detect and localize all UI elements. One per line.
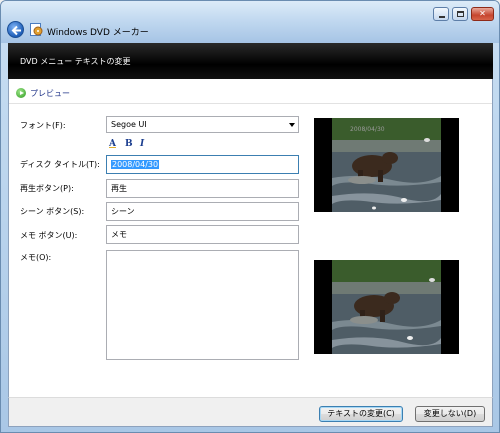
disc-title-value: 2008/04/30 bbox=[111, 160, 160, 169]
bold-button[interactable]: B bbox=[125, 139, 133, 149]
cancel-button[interactable]: 変更しない(D) bbox=[415, 406, 485, 422]
notes-button-label: メモ ボタン(U): bbox=[20, 231, 78, 240]
font-select[interactable]: Segoe UI bbox=[106, 116, 299, 133]
maximize-button[interactable] bbox=[452, 7, 468, 21]
disc-title-input[interactable]: 2008/04/30 bbox=[106, 155, 299, 174]
scene-button-input[interactable]: シーン bbox=[106, 202, 299, 221]
dvd-maker-window: Windows DVD メーカー ✕ DVD メニュー テキストの変更 プレビュ… bbox=[0, 0, 500, 433]
italic-button[interactable]: I bbox=[140, 139, 144, 149]
back-arrow-icon bbox=[11, 25, 21, 36]
maximize-icon bbox=[457, 11, 464, 17]
play-button-input[interactable]: 再生 bbox=[106, 179, 299, 198]
minimize-button[interactable] bbox=[433, 7, 449, 21]
scene-button-label: シーン ボタン(S): bbox=[20, 207, 85, 216]
notes-button-input[interactable]: メモ bbox=[106, 225, 299, 244]
dvd-maker-app-icon bbox=[30, 23, 43, 36]
disc-title-label: ディスク タイトル(T): bbox=[20, 160, 100, 169]
page-header: DVD メニュー テキストの変更 bbox=[8, 43, 493, 79]
notes-textarea[interactable] bbox=[106, 250, 299, 360]
preview-link[interactable]: プレビュー bbox=[9, 79, 492, 104]
title-bar: Windows DVD メーカー ✕ bbox=[1, 1, 499, 43]
play-icon bbox=[16, 88, 26, 98]
chevron-down-icon bbox=[289, 123, 295, 127]
window-title: Windows DVD メーカー bbox=[47, 28, 149, 38]
preview-label: プレビュー bbox=[30, 89, 70, 98]
preview-date-overlay: 2008/04/30 bbox=[350, 126, 385, 133]
minimize-icon bbox=[439, 16, 445, 18]
close-button[interactable]: ✕ bbox=[471, 7, 494, 21]
main-content: プレビュー フォント(F): Segoe UI A B I ディスク タイトル(… bbox=[8, 79, 493, 397]
dialog-footer: テキストの変更(C) 変更しない(D) bbox=[8, 397, 493, 427]
change-text-button[interactable]: テキストの変更(C) bbox=[319, 406, 403, 422]
font-label: フォント(F): bbox=[20, 121, 66, 130]
font-color-button[interactable]: A bbox=[109, 139, 116, 149]
close-icon: ✕ bbox=[479, 9, 486, 18]
font-select-value: Segoe UI bbox=[111, 120, 147, 129]
play-button-label: 再生ボタン(P): bbox=[20, 184, 74, 193]
bear-river-image bbox=[332, 260, 441, 354]
scene-preview-thumbnail bbox=[314, 260, 459, 354]
menu-preview-thumbnail: 2008/04/30 bbox=[314, 118, 459, 212]
bear-river-image bbox=[332, 118, 441, 212]
back-button[interactable] bbox=[7, 21, 24, 38]
notes-label: メモ(O): bbox=[20, 253, 52, 262]
page-title: DVD メニュー テキストの変更 bbox=[20, 57, 131, 66]
